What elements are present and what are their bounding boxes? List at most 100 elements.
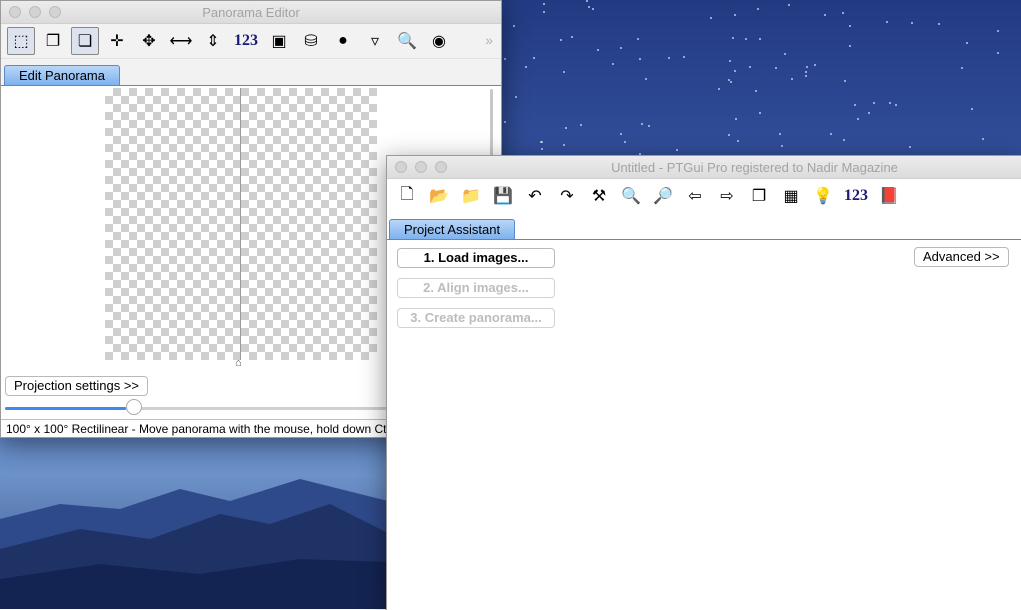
undo-icon[interactable]: ↶ <box>521 182 549 210</box>
projection-settings-button[interactable]: Projection settings >> <box>5 376 149 396</box>
numeric-icon[interactable]: 123 <box>231 27 261 55</box>
star <box>504 121 507 123</box>
star <box>791 77 794 80</box>
star <box>512 24 515 27</box>
ptgui-main-window: Untitled - PTGui Pro registered to Nadir… <box>386 155 1021 610</box>
center-guide-line <box>240 88 241 360</box>
vertical-align-icon[interactable]: ⇕ <box>199 27 227 55</box>
star <box>872 102 875 105</box>
star <box>611 62 614 65</box>
star <box>728 134 731 137</box>
align-images-button[interactable]: 2. Align images... <box>397 278 555 298</box>
star <box>804 70 807 73</box>
star <box>779 132 782 135</box>
star <box>542 3 545 6</box>
star <box>560 39 563 42</box>
star <box>854 103 857 106</box>
horizontal-move-icon[interactable]: ⟷ <box>167 27 195 55</box>
load-images-button[interactable]: 1. Load images... <box>397 248 555 268</box>
star <box>780 144 783 147</box>
window-title: Panorama Editor <box>202 5 300 20</box>
star <box>734 70 737 73</box>
fov-slider-thumb[interactable] <box>126 399 143 415</box>
star <box>841 12 844 15</box>
star <box>591 8 594 10</box>
star <box>640 122 643 125</box>
star <box>805 75 808 78</box>
ptgui-titlebar[interactable]: Untitled - PTGui Pro registered to Nadir… <box>387 156 1021 179</box>
crosshair-icon[interactable]: ✛ <box>103 27 131 55</box>
star <box>619 132 622 135</box>
tools-icon[interactable]: ⚒ <box>585 182 613 210</box>
star <box>565 126 568 129</box>
star <box>843 139 846 142</box>
star <box>909 146 912 149</box>
star <box>734 14 737 17</box>
star <box>759 37 762 40</box>
star <box>758 112 761 115</box>
star <box>867 111 870 114</box>
zoom-window-button[interactable] <box>435 161 447 173</box>
close-window-button[interactable] <box>395 161 407 173</box>
zoom-out-icon[interactable]: 🔎 <box>649 182 677 210</box>
tab-edit-panorama[interactable]: Edit Panorama <box>4 65 120 85</box>
panorama-preview-canvas[interactable] <box>105 88 377 360</box>
editor-titlebar[interactable]: Panorama Editor <box>1 1 501 24</box>
back-arrow-icon[interactable]: ⇦ <box>681 182 709 210</box>
save-icon[interactable]: 💾 <box>489 182 517 210</box>
panorama-editor-icon[interactable]: ❐ <box>745 182 773 210</box>
image-frame-icon[interactable]: ▣ <box>265 27 293 55</box>
zoom-icon[interactable]: 🔍 <box>393 27 421 55</box>
drag-images-icon[interactable]: ❐ <box>39 27 67 55</box>
star <box>668 57 671 60</box>
lightbulb-icon[interactable]: 💡 <box>809 182 837 210</box>
star <box>585 0 588 3</box>
open-project-icon[interactable]: 📂 <box>425 182 453 210</box>
star <box>570 35 573 38</box>
cylinder-icon[interactable]: ⛁ <box>297 27 325 55</box>
star <box>639 57 642 60</box>
move-center-icon[interactable]: ✥ <box>135 27 163 55</box>
numeric-icon[interactable]: 123 <box>841 182 871 210</box>
zoom-in-icon[interactable]: 🔍 <box>617 182 645 210</box>
star <box>966 42 969 45</box>
star <box>540 140 543 143</box>
select-arrow-icon[interactable]: ⬚ <box>7 27 35 55</box>
star <box>824 13 827 16</box>
ptgui-toolbar: 🗋 📂 📁 💾 ↶ ↷ ⚒ 🔍 🔎 ⇦ ⇨ ❐ ▦ 💡 123 📕 <box>387 179 1021 213</box>
star <box>981 137 984 140</box>
new-project-icon[interactable]: 🗋 <box>393 182 421 210</box>
star <box>731 37 734 40</box>
star <box>596 48 599 51</box>
redo-icon[interactable]: ↷ <box>553 182 581 210</box>
sphere-icon[interactable]: ● <box>329 27 357 55</box>
star <box>744 37 747 40</box>
star <box>709 17 712 20</box>
help-book-icon[interactable]: 📕 <box>875 182 903 210</box>
toolbar-overflow-icon[interactable]: » <box>485 32 493 48</box>
center-marker-icon[interactable]: ⌂ <box>235 357 242 369</box>
tab-project-assistant[interactable]: Project Assistant <box>389 219 516 239</box>
eye-preview-icon[interactable]: ◉ <box>425 27 453 55</box>
star <box>637 37 640 40</box>
star <box>996 51 999 54</box>
star <box>718 88 720 91</box>
dropdown-triangle-icon[interactable]: ▿ <box>361 27 389 55</box>
star <box>562 71 565 74</box>
advanced-button[interactable]: Advanced >> <box>914 247 1009 267</box>
table-icon[interactable]: ▦ <box>777 182 805 210</box>
star <box>806 65 809 68</box>
star <box>533 56 536 59</box>
star <box>645 78 648 81</box>
drag-panorama-icon[interactable]: ❏ <box>71 27 99 55</box>
minimize-window-button[interactable] <box>415 161 427 173</box>
star <box>960 66 963 69</box>
star <box>971 108 974 111</box>
star <box>755 89 758 92</box>
star <box>515 96 518 99</box>
star <box>579 123 582 126</box>
create-panorama-button[interactable]: 3. Create panorama... <box>397 308 555 328</box>
open-recent-icon[interactable]: 📁 <box>457 182 485 210</box>
forward-arrow-icon[interactable]: ⇨ <box>713 182 741 210</box>
star <box>894 104 897 107</box>
